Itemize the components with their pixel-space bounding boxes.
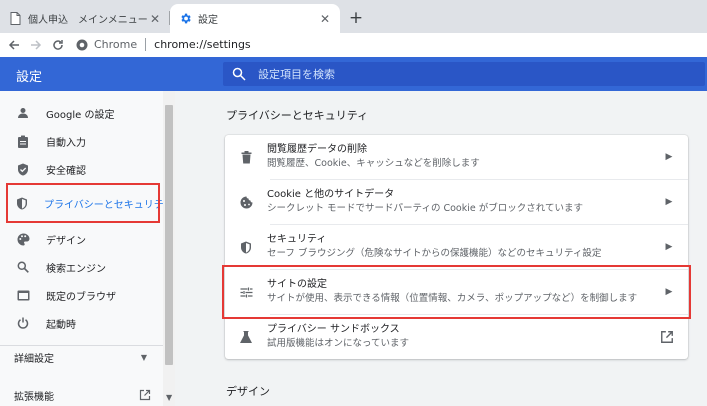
close-icon[interactable]: ✕ bbox=[318, 12, 332, 26]
sidebar-item-label: 拡張機能 bbox=[14, 391, 54, 403]
highlight-box bbox=[222, 265, 691, 319]
address-bar[interactable]: Chrome chrome://settings bbox=[76, 34, 251, 55]
sidebar-item-search-engine[interactable]: 検索エンジン bbox=[0, 253, 163, 281]
sidebar-item-default-browser[interactable]: 既定のブラウザ bbox=[0, 281, 163, 309]
main-content: プライバシーとセキュリティ 閲覧履歴データの削除 閲覧履歴、Cookie、キャッ… bbox=[175, 91, 707, 406]
row-clear-browsing-data[interactable]: 閲覧履歴データの削除 閲覧履歴、Cookie、キャッシュなどを削除します ▶ bbox=[225, 135, 688, 179]
tab-settings[interactable]: 設定 ✕ bbox=[170, 4, 340, 33]
url-text[interactable]: chrome://settings bbox=[154, 38, 251, 51]
page-title: 設定 bbox=[16, 70, 43, 85]
row-cookies[interactable]: Cookie と他のサイトデータ シークレット モードでサードパーティの Coo… bbox=[225, 180, 688, 224]
person-icon bbox=[16, 106, 30, 120]
sidebar-scrollbar[interactable]: ▼ bbox=[163, 91, 175, 406]
privacy-card: 閲覧履歴データの削除 閲覧履歴、Cookie、キャッシュなどを削除します ▶ C… bbox=[225, 135, 688, 359]
chevron-right-icon: ▶ bbox=[665, 197, 673, 207]
search-input[interactable] bbox=[256, 66, 680, 82]
row-subtitle: 閲覧履歴、Cookie、キャッシュなどを削除します bbox=[267, 158, 480, 169]
row-title: セキュリティ bbox=[267, 234, 327, 245]
scroll-down-icon[interactable]: ▼ bbox=[166, 393, 172, 402]
section-title: デザイン bbox=[226, 385, 270, 398]
sidebar-item-on-startup[interactable]: 起動時 bbox=[0, 309, 163, 337]
sidebar-item-label: デザイン bbox=[46, 235, 86, 247]
section-title: プライバシーとセキュリティ bbox=[226, 109, 369, 122]
sidebar-item-label: 検索エンジン bbox=[46, 263, 106, 275]
gear-icon bbox=[178, 12, 192, 26]
forward-arrow-icon bbox=[31, 40, 42, 50]
scrollbar-thumb[interactable] bbox=[165, 105, 173, 365]
power-icon bbox=[16, 316, 30, 330]
clipboard-icon bbox=[16, 134, 30, 148]
chrome-icon bbox=[76, 39, 88, 50]
highlight-box bbox=[6, 183, 160, 223]
row-title: Cookie と他のサイトデータ bbox=[267, 189, 395, 200]
back-arrow-icon bbox=[8, 40, 19, 50]
trash-icon bbox=[239, 150, 253, 164]
chevron-right-icon: ▶ bbox=[665, 242, 673, 252]
row-title: プライバシー サンドボックス bbox=[267, 324, 400, 335]
search-icon bbox=[16, 260, 30, 274]
open-in-new-icon bbox=[661, 331, 673, 343]
sidebar-item-google[interactable]: Google の設定 bbox=[0, 99, 163, 127]
tab-strip: 個人申込 メインメニュー ✕ 設定 ✕ + bbox=[0, 0, 707, 33]
sidebar-item-label: 起動時 bbox=[46, 319, 76, 331]
sidebar-advanced-toggle[interactable]: 詳細設定 ▼ bbox=[0, 347, 163, 367]
sidebar-item-safety-check[interactable]: 安全確認 bbox=[0, 155, 163, 183]
sidebar-item-appearance[interactable]: デザイン bbox=[0, 225, 163, 253]
row-security[interactable]: セキュリティ セーフ ブラウジング（危険なサイトからの保護機能）などのセキュリテ… bbox=[225, 225, 688, 269]
reload-icon bbox=[53, 40, 63, 50]
row-subtitle: 試用版機能はオンになっています bbox=[267, 338, 410, 349]
row-subtitle: シークレット モードでサードパーティの Cookie がブロックされています bbox=[267, 203, 583, 214]
row-subtitle: セーフ ブラウジング（危険なサイトからの保護機能）などのセキュリティ設定 bbox=[267, 248, 602, 259]
forward-button[interactable] bbox=[25, 34, 47, 56]
tab-title: 個人申込 メインメニュー bbox=[28, 15, 148, 26]
caret-down-icon: ▼ bbox=[140, 352, 147, 362]
browser-toolbar: Chrome chrome://settings bbox=[0, 33, 707, 57]
document-icon bbox=[8, 12, 22, 26]
palette-icon bbox=[16, 232, 30, 246]
site-chip: Chrome bbox=[94, 38, 138, 51]
settings-search[interactable] bbox=[223, 62, 705, 86]
sidebar: Google の設定 自動入力 安全確認 プライバシーとセキュリティ デザイン … bbox=[0, 91, 175, 406]
new-tab-button[interactable]: + bbox=[345, 7, 367, 29]
browser-icon bbox=[16, 288, 30, 302]
reload-button[interactable] bbox=[47, 34, 69, 56]
sidebar-item-autofill[interactable]: 自動入力 bbox=[0, 127, 163, 155]
cookie-icon bbox=[239, 195, 253, 209]
sidebar-divider bbox=[0, 345, 163, 346]
tab-main-menu[interactable]: 個人申込 メインメニュー ✕ bbox=[0, 4, 170, 33]
row-title: 閲覧履歴データの削除 bbox=[267, 144, 367, 155]
shield-check-icon bbox=[16, 162, 30, 176]
back-button[interactable] bbox=[3, 34, 25, 56]
sidebar-item-label: 安全確認 bbox=[46, 165, 86, 177]
open-in-new-icon bbox=[139, 389, 151, 401]
sidebar-item-extensions[interactable]: 拡張機能 bbox=[0, 385, 163, 405]
tab-title: 設定 bbox=[198, 15, 218, 26]
sidebar-item-label: Google の設定 bbox=[46, 109, 115, 121]
sidebar-item-label: 詳細設定 bbox=[14, 353, 54, 365]
sidebar-item-label: 自動入力 bbox=[46, 137, 86, 149]
omnibox-divider bbox=[145, 38, 147, 51]
close-icon[interactable]: ✕ bbox=[148, 12, 162, 26]
flask-icon bbox=[239, 330, 253, 344]
search-icon bbox=[232, 67, 246, 81]
chevron-right-icon: ▶ bbox=[665, 152, 673, 162]
sidebar-item-label: 既定のブラウザ bbox=[46, 291, 116, 303]
shield-icon bbox=[239, 240, 253, 254]
row-privacy-sandbox[interactable]: プライバシー サンドボックス 試用版機能はオンになっています bbox=[225, 315, 688, 359]
settings-header: 設定 bbox=[0, 57, 707, 91]
